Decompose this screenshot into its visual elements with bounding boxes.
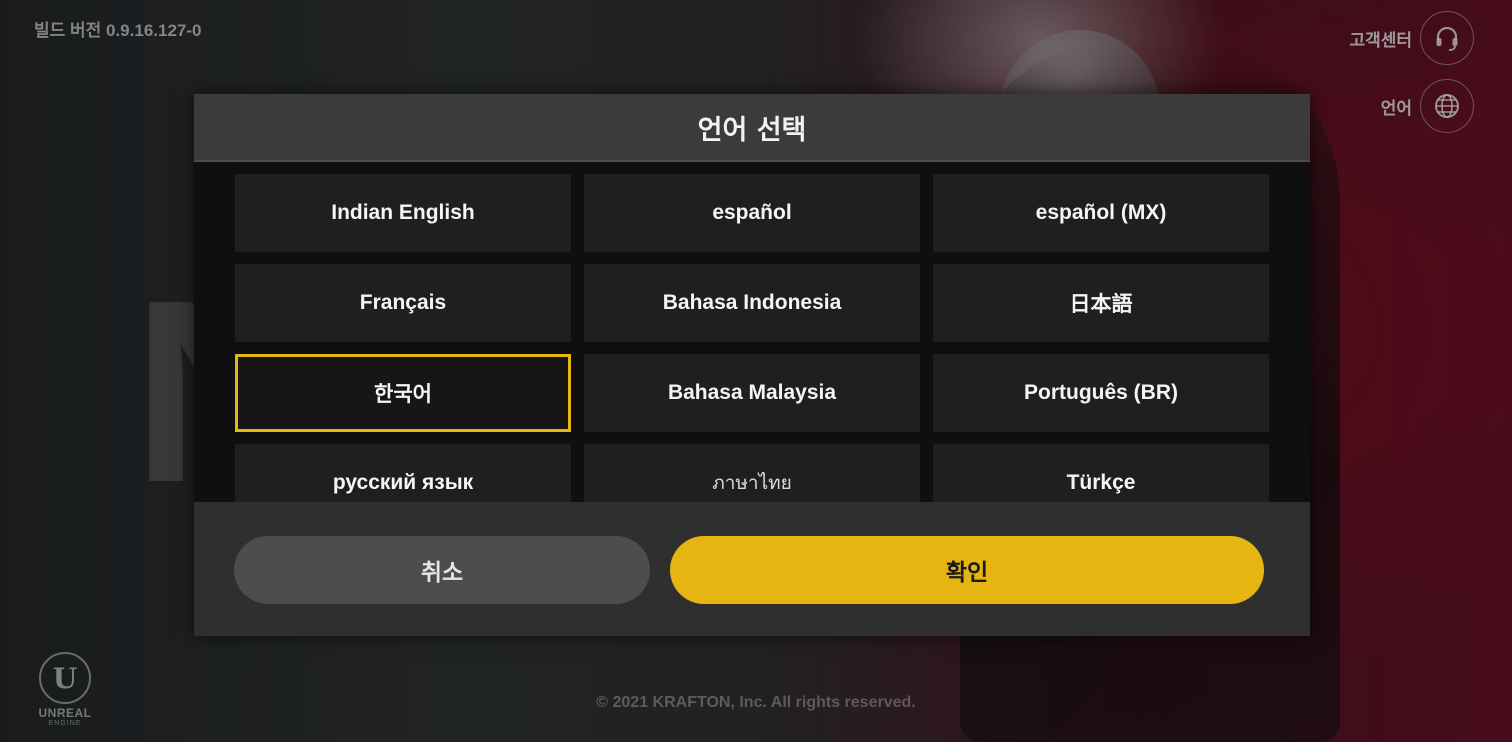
language-option-russian[interactable]: русский язык [235, 444, 571, 502]
language-option-turkish[interactable]: Türkçe [933, 444, 1269, 502]
language-option-espanol[interactable]: español [584, 174, 920, 252]
cancel-button[interactable]: 취소 [234, 536, 650, 604]
language-option-thai[interactable]: ภาษาไทย [584, 444, 920, 502]
globe-icon [1420, 79, 1474, 133]
language-button[interactable]: 언어 [1381, 79, 1474, 133]
unreal-engine-logo-text: UNREAL [38, 706, 92, 720]
language-option-portugues-br[interactable]: Português (BR) [933, 354, 1269, 432]
dialog-header: 언어 선택 [194, 94, 1310, 162]
confirm-button[interactable]: 확인 [670, 536, 1264, 604]
customer-support-label: 고객센터 [1349, 30, 1412, 51]
unreal-engine-logo: U UNREAL ENGINE [30, 652, 100, 727]
unreal-engine-logo-subtext: ENGINE [48, 720, 82, 727]
dialog-footer: 취소 확인 [194, 502, 1310, 636]
language-option-francais[interactable]: Français [235, 264, 571, 342]
language-list-scroll[interactable]: Indian English español español (MX) Fran… [194, 162, 1310, 502]
language-label: 언어 [1380, 98, 1412, 119]
language-option-bahasa-indonesia[interactable]: Bahasa Indonesia [584, 264, 920, 342]
copyright-notice: © 2021 KRAFTON, Inc. All rights reserved… [596, 694, 916, 711]
language-option-japanese[interactable]: 日本語 [933, 264, 1269, 342]
language-option-korean-selected[interactable]: 한국어 [235, 354, 571, 432]
headset-icon [1420, 11, 1474, 65]
language-option-indian-english[interactable]: Indian English [235, 174, 571, 252]
language-option-espanol-mx[interactable]: español (MX) [933, 174, 1269, 252]
language-grid: Indian English español español (MX) Fran… [235, 174, 1269, 502]
language-option-bahasa-malaysia[interactable]: Bahasa Malaysia [584, 354, 920, 432]
language-select-dialog: 언어 선택 Indian English español español (MX… [194, 94, 1310, 636]
unreal-engine-icon: U [39, 652, 91, 704]
customer-support-button[interactable]: 고객센터 [1349, 11, 1474, 65]
dialog-title: 언어 선택 [697, 114, 807, 146]
build-version-label: 빌드 버전 0.9.16.127-0 [34, 21, 202, 40]
